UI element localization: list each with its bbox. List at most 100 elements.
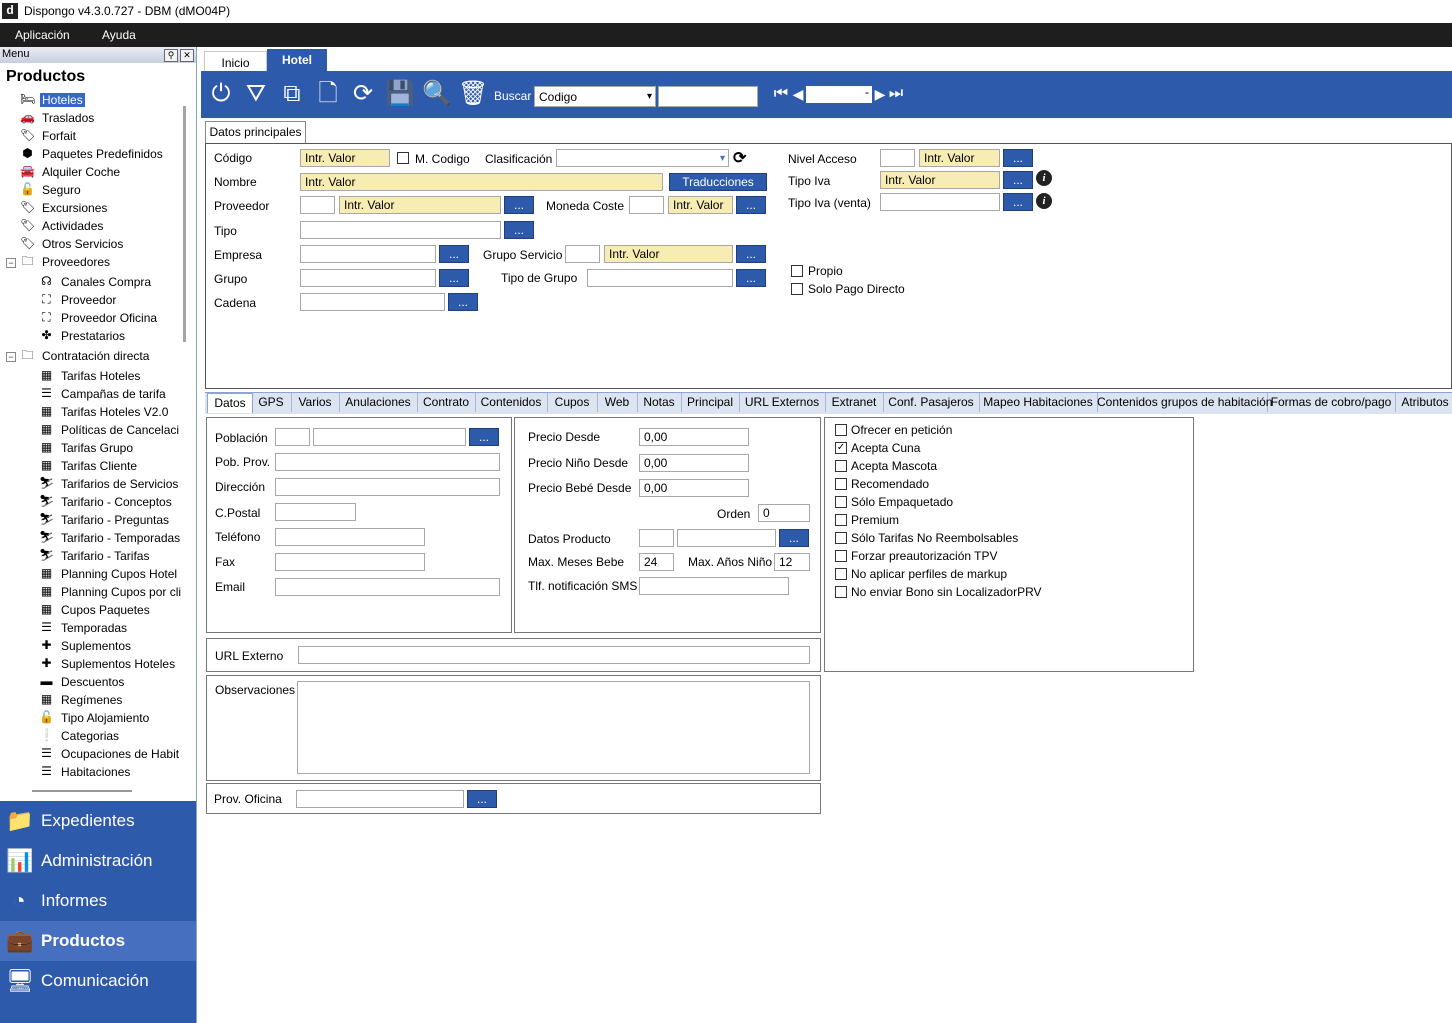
tree-collapse-icon[interactable]: − [6, 352, 16, 362]
info-icon[interactable]: i [1036, 193, 1052, 209]
search-input[interactable] [658, 86, 758, 107]
clasificacion-select[interactable]: ▾ [556, 149, 729, 167]
email-input[interactable] [275, 578, 500, 596]
subtab-cupos[interactable]: Cupos [547, 393, 598, 412]
nav-comunicaci-n[interactable]: 🖥 Comunicación [0, 961, 196, 1001]
max-anos-nino-input[interactable]: 12 [774, 553, 810, 571]
tree-collapse-icon[interactable]: − [6, 258, 16, 268]
orden-input[interactable]: 0 [758, 504, 810, 522]
delete-icon[interactable]: 🗑 [458, 80, 488, 108]
tipo-iva-lookup-button[interactable]: ... [1003, 171, 1033, 189]
telefono-input[interactable] [275, 528, 425, 546]
traducciones-button[interactable]: Traducciones [669, 173, 767, 191]
empresa-lookup-button[interactable]: ... [439, 245, 469, 263]
nav-informes[interactable]: ◔ Informes [0, 881, 196, 921]
nivel-acceso-code-input[interactable] [880, 149, 915, 167]
tipo-iva-venta-lookup-button[interactable]: ... [1003, 193, 1033, 211]
grupo-input[interactable] [300, 269, 436, 287]
prov-oficina-lookup-button[interactable]: ... [467, 790, 497, 808]
filter-icon[interactable]: ⛛ [242, 80, 270, 108]
precio-bebe-input[interactable]: 0,00 [639, 479, 749, 497]
subtab-conf-pasajeros[interactable]: Conf. Pasajeros [883, 393, 980, 412]
proveedor-lookup-button[interactable]: ... [504, 196, 534, 214]
new-document-icon[interactable]: 🗋 [314, 80, 342, 108]
tab-inicio[interactable]: Inicio [204, 51, 267, 72]
nivel-acceso-input[interactable]: Intr. Valor [919, 149, 1000, 167]
search-icon[interactable]: 🔍 [422, 80, 452, 108]
moneda-code-input[interactable] [629, 196, 664, 214]
nombre-input[interactable]: Intr. Valor [300, 173, 663, 191]
tipo-input[interactable] [300, 221, 501, 239]
save-icon[interactable]: 💾 [385, 80, 415, 108]
refresh-icon[interactable]: ⟳ [349, 80, 377, 108]
grupo-servicio-code-input[interactable] [565, 245, 600, 263]
tree-scrollbar-horizontal[interactable] [32, 790, 132, 792]
grupo-servicio-lookup-button[interactable]: ... [736, 245, 766, 263]
option-checkbox[interactable] [835, 586, 847, 598]
next-record-icon[interactable]: ▶ [872, 80, 888, 108]
moneda-input[interactable]: Intr. Valor [668, 196, 733, 214]
nivel-acceso-lookup-button[interactable]: ... [1003, 149, 1033, 167]
poblacion-code-input[interactable] [275, 428, 310, 446]
option-checkbox[interactable] [835, 532, 847, 544]
copy-icon[interactable]: ⧉ [278, 80, 306, 108]
info-icon[interactable]: i [1036, 170, 1052, 186]
option-checkbox[interactable] [835, 424, 847, 436]
proveedor-code-input[interactable] [300, 196, 335, 214]
cadena-input[interactable] [300, 293, 445, 311]
datos-producto-lookup-button[interactable]: ... [779, 529, 809, 547]
datos-producto-code-input[interactable] [639, 529, 674, 547]
poblacion-lookup-button[interactable]: ... [469, 428, 499, 446]
codigo-input[interactable]: Intr. Valor [300, 149, 390, 167]
close-icon[interactable]: ✕ [180, 49, 194, 62]
option-checkbox[interactable] [835, 568, 847, 580]
option-checkbox[interactable]: ✓ [835, 442, 847, 454]
tlf-sms-input[interactable] [639, 577, 789, 595]
subtab-notas[interactable]: Notas [637, 393, 682, 412]
cpostal-input[interactable] [275, 503, 356, 521]
url-externo-input[interactable] [298, 646, 810, 664]
record-navigator-input[interactable]: - [806, 86, 872, 103]
solo-pago-directo-checkbox[interactable] [791, 283, 803, 295]
subtab-datos[interactable]: Datos [207, 393, 253, 413]
first-record-icon[interactable]: ⏮ [772, 80, 790, 108]
proveedor-input[interactable]: Intr. Valor [339, 196, 501, 214]
subtab-contrato[interactable]: Contrato [417, 393, 476, 412]
propio-checkbox[interactable] [791, 265, 803, 277]
option-checkbox[interactable] [835, 514, 847, 526]
subtab-extranet[interactable]: Extranet [825, 393, 884, 412]
menu-aplicacion[interactable]: Aplicación [15, 28, 70, 42]
cadena-lookup-button[interactable]: ... [448, 293, 478, 311]
pob-prov-input[interactable] [275, 453, 500, 471]
datos-producto-input[interactable] [677, 529, 776, 547]
precio-desde-input[interactable]: 0,00 [639, 428, 749, 446]
max-meses-bebe-input[interactable]: 24 [639, 553, 674, 571]
tab-hotel[interactable]: Hotel [267, 49, 327, 71]
last-record-icon[interactable]: ⏭ [887, 80, 905, 108]
menu-ayuda[interactable]: Ayuda [102, 28, 136, 42]
refresh-icon[interactable]: ⟳ [733, 148, 746, 168]
option-checkbox[interactable] [835, 460, 847, 472]
subtab-atributos[interactable]: Atributos [1395, 393, 1452, 412]
nav-expedientes[interactable]: 📁 Expedientes [0, 801, 196, 841]
direccion-input[interactable] [275, 478, 500, 496]
moneda-lookup-button[interactable]: ... [736, 196, 766, 214]
subtab-web[interactable]: Web [597, 393, 638, 412]
tab-datos-principales[interactable]: Datos principales [205, 121, 306, 144]
subtab-contenidos-grupos-de-habitaci-n[interactable]: Contenidos grupos de habitación [1097, 393, 1272, 412]
observaciones-textarea[interactable] [297, 681, 810, 774]
option-checkbox[interactable] [835, 478, 847, 490]
nav-productos[interactable]: 💼 Productos [0, 921, 196, 961]
nav-administraci-n[interactable]: 📊 Administración [0, 841, 196, 881]
option-checkbox[interactable] [835, 550, 847, 562]
subtab-principal[interactable]: Principal [681, 393, 740, 412]
tipo-lookup-button[interactable]: ... [504, 221, 534, 239]
prev-record-icon[interactable]: ◀ [790, 80, 806, 108]
subtab-varios[interactable]: Varios [291, 393, 340, 412]
subtab-gps[interactable]: GPS [251, 393, 292, 412]
tipo-de-grupo-input[interactable] [587, 269, 733, 287]
empresa-input[interactable] [300, 245, 436, 263]
power-icon[interactable]: ⏻ [207, 80, 235, 108]
tipo-iva-input[interactable]: Intr. Valor [880, 171, 1000, 189]
subtab-mapeo-habitaciones[interactable]: Mapeo Habitaciones [979, 393, 1098, 412]
